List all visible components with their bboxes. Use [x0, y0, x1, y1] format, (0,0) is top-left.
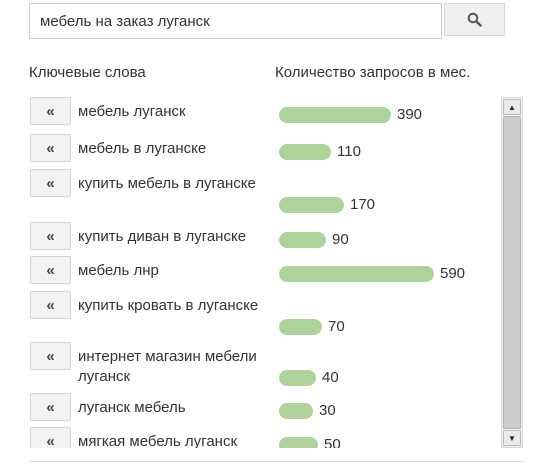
add-keyword-button[interactable]: « — [30, 393, 71, 421]
count-bar — [279, 437, 318, 448]
keyword-text: интернет магазин мебели луганск — [78, 348, 257, 385]
keyword-row: « купить диван в луганске 90 — [29, 220, 497, 254]
count-value: 40 — [322, 369, 339, 386]
keyword-text: мягкая мебель луганск — [78, 433, 238, 448]
keyword-row: « мебель луганск 390 — [29, 95, 497, 129]
keyword-row: « луганск мебель 30 — [29, 391, 497, 425]
keyword-text: луганск мебель — [78, 399, 186, 416]
add-keyword-button[interactable]: « — [30, 169, 71, 197]
keyword-text: купить диван в луганске — [78, 228, 247, 245]
count-value: 70 — [328, 318, 345, 335]
keyword-text: мебель луганск — [78, 103, 186, 120]
count-value: 50 — [324, 436, 341, 448]
scrollbar[interactable]: ▲ ▼ — [501, 97, 523, 448]
arrow-down-icon[interactable]: ▼ — [503, 430, 521, 446]
search-icon — [467, 12, 482, 27]
count-bar — [279, 232, 326, 248]
keyword-text: купить кровать в луганске — [78, 297, 259, 314]
add-keyword-button[interactable]: « — [30, 222, 71, 250]
add-keyword-button[interactable]: « — [30, 256, 71, 284]
add-keyword-button[interactable]: « — [30, 97, 71, 125]
keyword-text: мебель лнр — [78, 262, 159, 279]
count-bar — [279, 197, 344, 213]
search-button[interactable] — [444, 3, 505, 36]
count-bar — [279, 403, 313, 419]
arrow-up-icon[interactable]: ▲ — [503, 99, 521, 115]
search-input[interactable] — [29, 3, 442, 39]
divider — [29, 461, 524, 462]
count-value: 30 — [319, 402, 336, 419]
keyword-row: « мебель лнр 590 — [29, 254, 497, 288]
add-keyword-button[interactable]: « — [30, 291, 71, 319]
count-bar — [279, 107, 391, 123]
scrollbar-thumb[interactable] — [503, 116, 521, 429]
count-column-header: Количество запросов в мес. — [275, 64, 471, 81]
count-bar — [279, 370, 316, 386]
keyword-row: « купить кровать в луганске 70 — [29, 289, 497, 339]
keyword-row: « мебель в луганске 110 — [29, 132, 497, 166]
keyword-row: «интернет магазин мебели луганск 40 — [29, 340, 497, 390]
count-value: 170 — [350, 196, 376, 213]
keyword-row: « купить мебель в луганске 170 — [29, 167, 497, 217]
add-keyword-button[interactable]: « — [30, 427, 71, 448]
count-bar — [279, 266, 434, 282]
keywords-column-header: Ключевые слова — [29, 64, 146, 81]
keyword-text: мебель в луганске — [78, 140, 207, 157]
keyword-row: « мягкая мебель луганск 50 — [29, 425, 497, 448]
count-value: 390 — [397, 106, 423, 123]
keyword-text: купить мебель в луганске — [78, 175, 256, 192]
count-bar — [279, 319, 322, 335]
count-value: 110 — [337, 143, 361, 160]
count-bar — [279, 144, 331, 160]
keywords-list: «мебель луганск 390 «мебель в луганске 110 «… — [29, 95, 497, 448]
count-value: 90 — [332, 231, 349, 248]
add-keyword-button[interactable]: « — [30, 134, 71, 162]
add-keyword-button[interactable]: « — [30, 342, 71, 370]
count-value: 590 — [440, 265, 466, 282]
